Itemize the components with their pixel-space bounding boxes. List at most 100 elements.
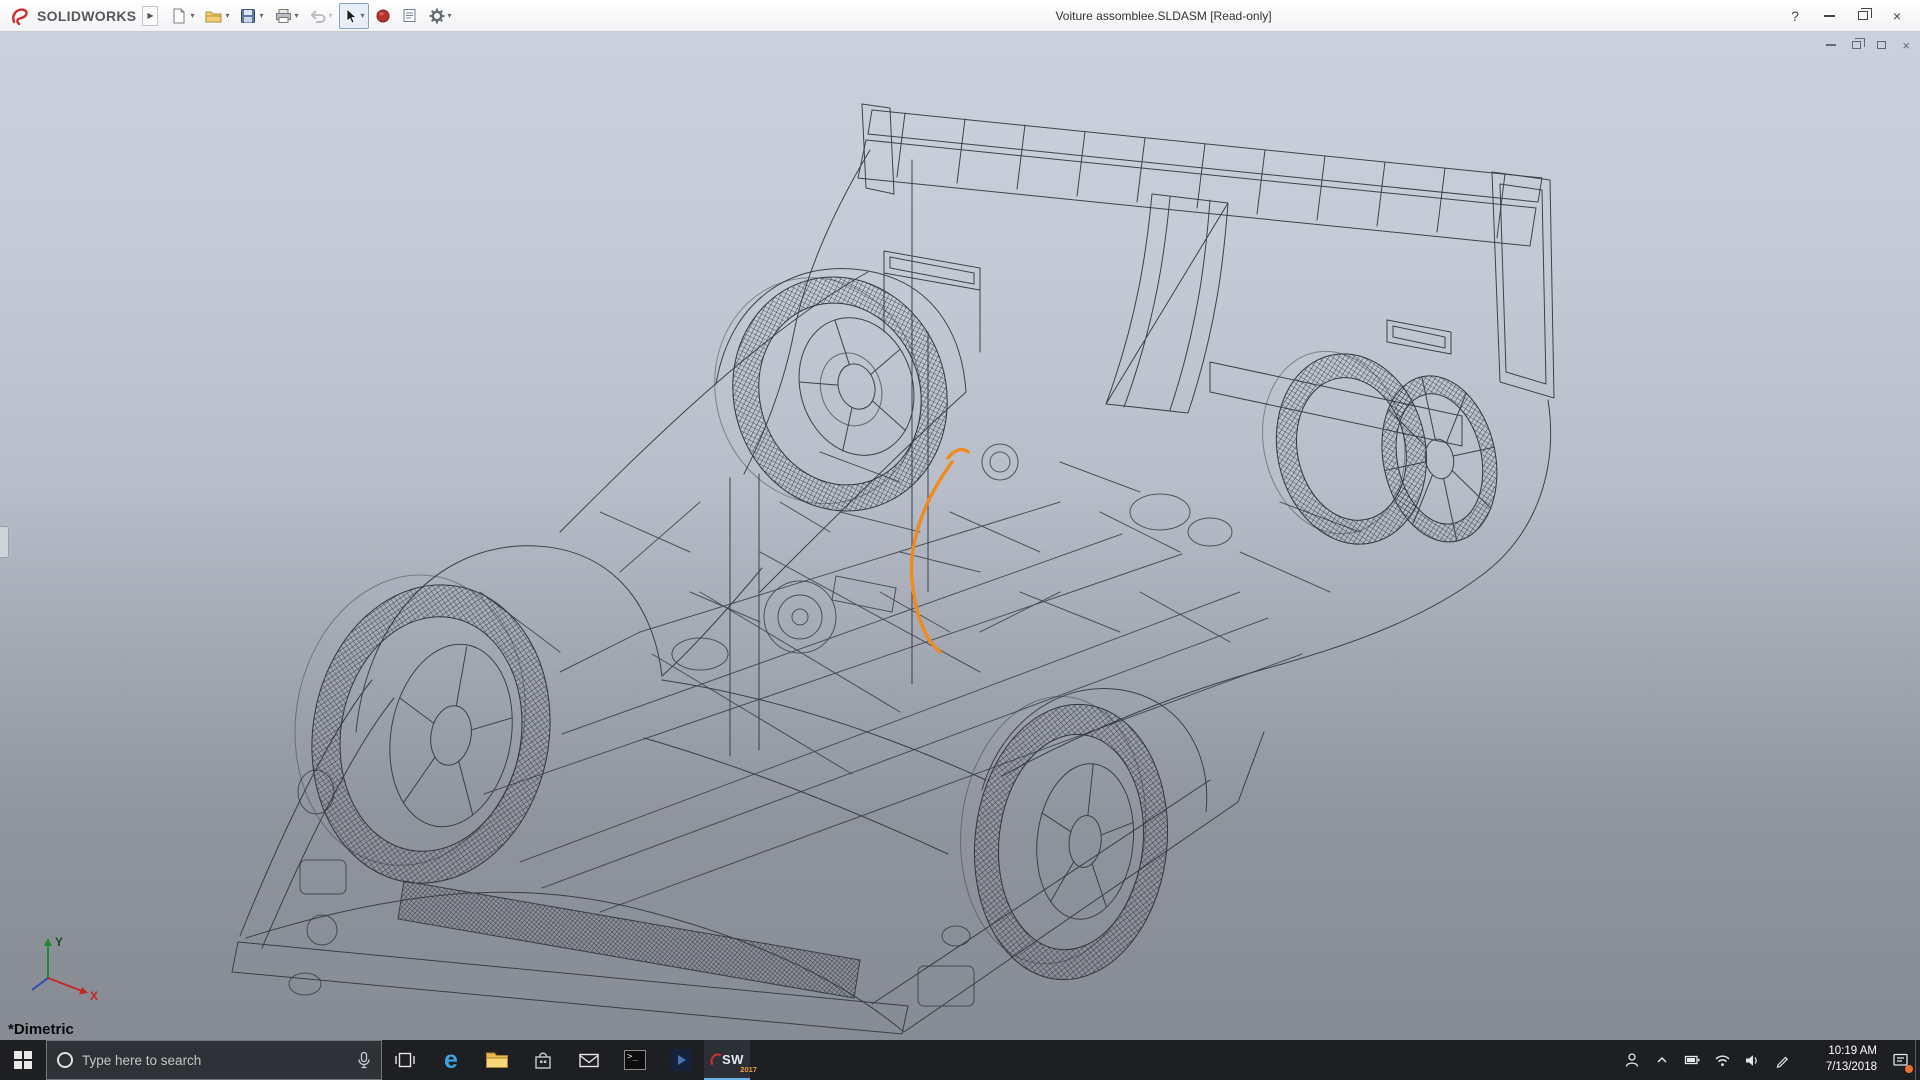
chevron-up-icon (1655, 1053, 1669, 1067)
document-window-controls: × (1826, 37, 1910, 53)
undo-icon (309, 7, 327, 25)
people-icon (1624, 1052, 1640, 1068)
volume-icon (1744, 1053, 1760, 1068)
document-title: Voiture assomblee.SLDASM [Read-only] (1055, 9, 1271, 23)
select-tool-button[interactable]: ▾ (339, 3, 369, 29)
minimize-button[interactable] (1812, 3, 1846, 29)
help-button[interactable]: ? (1778, 3, 1812, 29)
doc-minimize-button[interactable] (1826, 37, 1836, 53)
restore-button[interactable] (1846, 3, 1880, 29)
solidworks-taskbar-icon: SW 2017 (710, 1051, 744, 1067)
clock-time: 10:19 AM (1828, 1044, 1877, 1060)
print-button[interactable]: ▾ (270, 3, 303, 29)
store-app-button[interactable] (520, 1040, 566, 1080)
action-center-button[interactable] (1885, 1040, 1915, 1080)
close-button[interactable]: × (1880, 3, 1914, 29)
front-splitter-mesh (398, 881, 860, 998)
chevron-down-icon: ▾ (361, 11, 365, 20)
volume-button[interactable] (1737, 1040, 1767, 1080)
options-gear-icon (428, 7, 446, 25)
wireframe-car-model[interactable] (0, 32, 1920, 1040)
toolbar-expand-button[interactable]: ▶ (142, 6, 158, 26)
front-left-wheel[interactable] (270, 557, 574, 903)
wifi-icon (1714, 1053, 1731, 1068)
edge-icon: e (444, 1048, 458, 1073)
notification-badge (1905, 1065, 1913, 1073)
chevron-down-icon: ▾ (448, 11, 452, 20)
file-explorer-button[interactable] (474, 1040, 520, 1080)
save-icon (239, 7, 257, 25)
orientation-triad-icon: Y X (24, 930, 108, 1002)
rebuild-icon (375, 8, 391, 24)
restore-icon (1858, 11, 1868, 20)
battery-button[interactable] (1677, 1040, 1707, 1080)
sw-year-badge: 2017 (740, 1065, 757, 1074)
restore-icon (1852, 41, 1861, 49)
panel-collapse-tab[interactable] (0, 526, 9, 558)
command-prompt-icon: >_ (624, 1050, 646, 1070)
mail-app-button[interactable] (566, 1040, 612, 1080)
undo-button[interactable]: ▾ (305, 3, 337, 29)
view-orientation-label: *Dimetric (8, 1021, 74, 1038)
chevron-down-icon: ▾ (259, 11, 263, 20)
media-app-icon (670, 1049, 692, 1071)
pen-icon (1775, 1053, 1790, 1068)
chevron-down-icon: ▾ (329, 11, 333, 20)
main-toolbar: ▾ ▾ ▾ ▾ ▾ (166, 3, 455, 29)
maximize-icon (1877, 41, 1886, 49)
media-app-button[interactable] (658, 1040, 704, 1080)
task-view-icon (394, 1050, 416, 1070)
edge-app-button[interactable]: e (428, 1040, 474, 1080)
rear-right-wheel[interactable] (1246, 320, 1512, 576)
hidden-icons-button[interactable] (1647, 1040, 1677, 1080)
system-tray: 10:19 AM 7/13/2018 (1617, 1040, 1920, 1080)
search-mic-icon[interactable] (357, 1051, 371, 1069)
taskbar-clock[interactable]: 10:19 AM 7/13/2018 (1797, 1040, 1885, 1080)
save-button[interactable]: ▾ (235, 3, 267, 29)
solidworks-logo-icon (10, 5, 32, 27)
start-button[interactable] (0, 1040, 46, 1080)
titlebar: SOLIDWORKS ▶ ▾ ▾ ▾ ▾ (0, 0, 1920, 32)
solidworks-app-button[interactable]: SW 2017 (704, 1040, 750, 1080)
file-properties-button[interactable] (397, 3, 422, 29)
brand-text: SOLIDWORKS (37, 8, 136, 24)
battery-icon (1684, 1052, 1701, 1068)
print-icon (274, 7, 293, 25)
file-explorer-icon (485, 1050, 509, 1070)
new-document-button[interactable]: ▾ (166, 3, 198, 29)
mail-icon (578, 1051, 600, 1069)
chevron-down-icon: ▾ (190, 11, 194, 20)
triad-y-label: Y (55, 935, 63, 949)
rebuild-button[interactable] (371, 3, 395, 29)
doc-close-button[interactable]: × (1902, 37, 1910, 53)
cortana-circle-icon (57, 1052, 73, 1068)
open-button[interactable]: ▾ (200, 3, 233, 29)
command-prompt-button[interactable]: >_ (612, 1040, 658, 1080)
open-icon (204, 7, 223, 25)
select-cursor-icon (343, 7, 359, 25)
minimize-icon (1824, 15, 1835, 17)
chevron-down-icon: ▾ (225, 11, 229, 20)
task-view-button[interactable] (382, 1040, 428, 1080)
taskbar: e >_ SW 2017 (0, 1040, 1920, 1080)
new-document-icon (170, 7, 188, 25)
doc-restore-button[interactable] (1852, 37, 1861, 53)
taskbar-search[interactable] (46, 1040, 382, 1080)
graphics-viewport[interactable]: × Y X *Dimetric (0, 32, 1920, 1040)
pen-button[interactable] (1767, 1040, 1797, 1080)
highlighted-edge[interactable] (911, 450, 968, 652)
options-button[interactable]: ▾ (424, 3, 456, 29)
search-input[interactable] (82, 1053, 348, 1068)
doc-maximize-button[interactable] (1877, 37, 1886, 53)
window-controls: ? × (1778, 3, 1914, 29)
solidworks-logo-icon (710, 1051, 722, 1067)
people-button[interactable] (1617, 1040, 1647, 1080)
show-desktop-button[interactable] (1915, 1040, 1920, 1080)
store-icon (532, 1049, 554, 1071)
network-button[interactable] (1707, 1040, 1737, 1080)
rear-left-wheel[interactable] (686, 243, 978, 544)
front-right-wheel[interactable] (946, 687, 1181, 989)
solidworks-brand: SOLIDWORKS (6, 5, 140, 27)
minimize-icon (1826, 44, 1836, 46)
triad-x-label: X (90, 989, 98, 1002)
